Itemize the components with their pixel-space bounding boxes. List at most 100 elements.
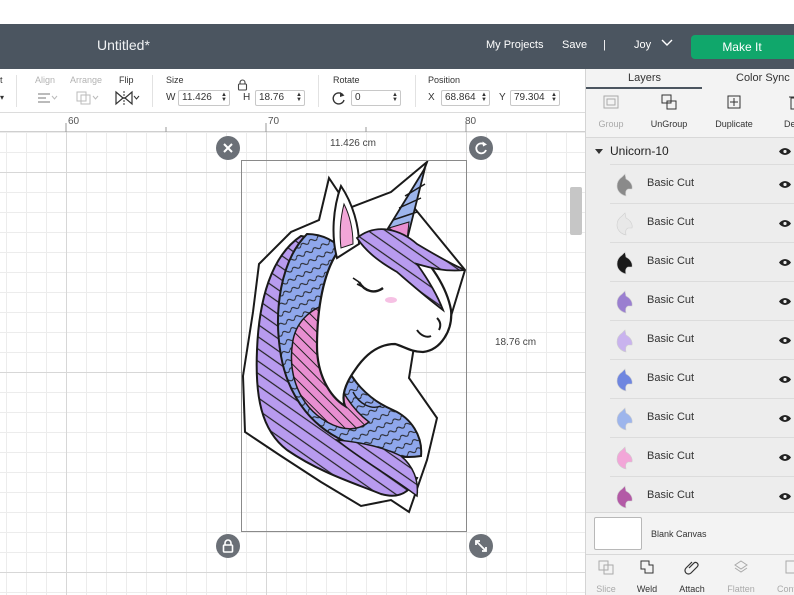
selection-box[interactable] bbox=[241, 160, 467, 532]
app-header: Untitled* My Projects Save | Joy bbox=[0, 24, 794, 69]
y-input[interactable]: 79.304 ▲ ▼ bbox=[510, 90, 560, 106]
resize-handle[interactable] bbox=[469, 534, 493, 558]
close-icon bbox=[223, 143, 233, 153]
group-button[interactable]: Group bbox=[581, 89, 641, 131]
tab-color-sync[interactable]: Color Sync bbox=[736, 72, 790, 84]
toolbar-divider bbox=[318, 75, 319, 107]
ungroup-icon bbox=[661, 94, 677, 110]
eye-icon[interactable] bbox=[778, 219, 792, 228]
eye-icon[interactable] bbox=[778, 375, 792, 384]
layer-row[interactable]: Basic Cut bbox=[610, 359, 794, 398]
delete-button[interactable]: Dele bbox=[766, 89, 794, 131]
layer-thumbnail-icon bbox=[616, 407, 633, 431]
x-label: X bbox=[428, 92, 435, 103]
chevron-down-icon[interactable] bbox=[661, 37, 673, 47]
eye-icon[interactable] bbox=[778, 453, 792, 462]
layer-row[interactable]: Basic Cut bbox=[610, 476, 794, 515]
blank-canvas-label: Blank Canvas bbox=[651, 529, 707, 539]
group-name: Unicorn-10 bbox=[610, 144, 669, 158]
rotate-stepper[interactable]: ▲ ▼ bbox=[392, 92, 398, 103]
width-stepper[interactable]: ▲ ▼ bbox=[221, 92, 227, 103]
rotate-handle[interactable] bbox=[469, 136, 493, 160]
toolbar-divider bbox=[415, 75, 416, 107]
lock-icon[interactable] bbox=[237, 79, 248, 91]
eye-icon[interactable] bbox=[778, 492, 792, 501]
layer-thumbnail-icon bbox=[616, 485, 633, 509]
slice-icon bbox=[598, 560, 614, 575]
lock-handle[interactable] bbox=[216, 534, 240, 558]
project-title[interactable]: Untitled* bbox=[97, 37, 150, 53]
weld-button[interactable]: Weld bbox=[625, 555, 669, 595]
layer-thumbnail-icon bbox=[616, 251, 633, 275]
layer-thumbnail-icon bbox=[616, 173, 633, 197]
width-input[interactable]: 11.426 ▲ ▼ bbox=[178, 90, 230, 106]
horizontal-ruler: 60 70 80 bbox=[0, 113, 585, 132]
duplicate-label: Duplicate bbox=[715, 119, 753, 129]
bottom-actions: Slice Weld Attach Flatten Cont bbox=[586, 554, 794, 595]
blank-canvas-row[interactable]: Blank Canvas bbox=[586, 512, 794, 554]
align-icon[interactable] bbox=[36, 91, 58, 105]
ruler-mark: 70 bbox=[268, 116, 280, 127]
flatten-button[interactable]: Flatten bbox=[719, 555, 763, 595]
duplicate-icon bbox=[727, 95, 741, 109]
edit-toolbar: t ▾ Align Arrange Flip Size W 11.426 ▲ ▼ … bbox=[0, 69, 585, 113]
height-input[interactable]: 18.76 ▲ ▼ bbox=[255, 90, 305, 106]
layer-row[interactable]: Basic Cut bbox=[610, 281, 794, 320]
header-separator: | bbox=[603, 39, 606, 51]
group-label: Group bbox=[598, 119, 624, 129]
height-stepper[interactable]: ▲ ▼ bbox=[296, 92, 302, 103]
vertical-scrollbar[interactable] bbox=[570, 187, 582, 235]
layer-row[interactable]: Basic Cut bbox=[610, 203, 794, 242]
layer-group-unicorn[interactable]: Unicorn-10 bbox=[586, 138, 794, 164]
layer-name: Basic Cut bbox=[647, 489, 695, 501]
user-name[interactable]: Joy bbox=[634, 39, 651, 51]
slice-button[interactable]: Slice bbox=[584, 555, 628, 595]
attach-button[interactable]: Attach bbox=[670, 555, 714, 595]
y-stepper[interactable]: ▲ ▼ bbox=[551, 92, 557, 103]
y-value: 79.304 bbox=[514, 92, 545, 103]
make-it-button[interactable]: Make It bbox=[691, 35, 794, 59]
layer-row[interactable]: Basic Cut bbox=[610, 242, 794, 281]
toolbar-divider bbox=[152, 75, 153, 107]
layer-name: Basic Cut bbox=[647, 177, 695, 189]
layer-thumbnail-icon bbox=[616, 446, 633, 470]
contour-icon bbox=[785, 560, 794, 574]
blank-canvas-swatch[interactable] bbox=[594, 517, 642, 550]
arrange-label: Arrange bbox=[70, 75, 103, 85]
size-label: Size bbox=[166, 75, 184, 85]
my-projects-link[interactable]: My Projects bbox=[486, 39, 543, 51]
ruler-mark: 60 bbox=[68, 116, 80, 127]
tab-layers[interactable]: Layers bbox=[628, 72, 661, 84]
lock-icon bbox=[222, 539, 234, 553]
eye-icon[interactable] bbox=[778, 297, 792, 306]
layer-row[interactable]: Basic Cut bbox=[610, 320, 794, 359]
top-strip bbox=[0, 0, 794, 24]
rotate-input[interactable]: 0 ▲ ▼ bbox=[351, 90, 401, 106]
eye-icon[interactable] bbox=[778, 258, 792, 267]
eye-icon[interactable] bbox=[778, 336, 792, 345]
collapse-triangle-icon[interactable] bbox=[595, 149, 603, 154]
ungroup-button[interactable]: UnGroup bbox=[639, 89, 699, 131]
eye-icon[interactable] bbox=[778, 414, 792, 423]
x-input[interactable]: 68.864 ▲ ▼ bbox=[441, 90, 490, 106]
duplicate-button[interactable]: Duplicate bbox=[704, 89, 764, 131]
layer-row[interactable]: Basic Cut bbox=[610, 398, 794, 437]
edit-dropdown-caret[interactable]: ▾ bbox=[0, 93, 4, 102]
rotate-icon[interactable] bbox=[331, 91, 347, 106]
layer-row[interactable]: Basic Cut bbox=[610, 164, 794, 203]
width-value: 11.426 bbox=[182, 92, 212, 103]
y-label: Y bbox=[499, 92, 506, 103]
rotate-value: 0 bbox=[355, 92, 361, 103]
flip-icon[interactable] bbox=[114, 90, 140, 106]
layer-row[interactable]: Basic Cut bbox=[610, 437, 794, 476]
x-stepper[interactable]: ▲ ▼ bbox=[481, 92, 487, 103]
layer-name: Basic Cut bbox=[647, 216, 695, 228]
contour-button[interactable]: Cont bbox=[769, 555, 794, 595]
rotate-label: Rotate bbox=[333, 75, 360, 85]
save-link[interactable]: Save bbox=[562, 39, 587, 51]
delete-handle[interactable] bbox=[216, 136, 240, 160]
eye-icon[interactable] bbox=[778, 180, 792, 189]
layer-name: Basic Cut bbox=[647, 255, 695, 267]
arrange-icon[interactable] bbox=[75, 90, 99, 106]
eye-icon[interactable] bbox=[778, 147, 792, 156]
